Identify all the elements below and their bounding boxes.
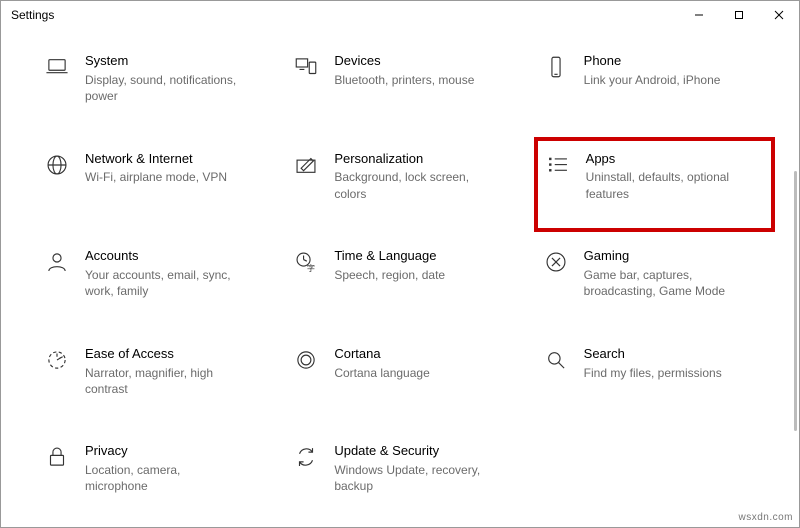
tile-devices[interactable]: Devices Bluetooth, printers, mouse bbox=[290, 49, 519, 117]
privacy-icon bbox=[43, 443, 71, 471]
minimize-button[interactable] bbox=[679, 1, 719, 29]
tile-phone[interactable]: Phone Link your Android, iPhone bbox=[540, 49, 769, 117]
tile-text: PersonalizationBackground, lock screen, … bbox=[334, 151, 489, 202]
pen-icon bbox=[292, 151, 320, 179]
phone-icon bbox=[542, 53, 570, 81]
tile-text: Cortana Cortana language bbox=[334, 346, 429, 381]
tile-desc: Display, sound, notifications, power bbox=[85, 72, 240, 104]
tile-apps[interactable]: AppsUninstall, defaults, optional featur… bbox=[534, 137, 775, 233]
tile-title: Gaming bbox=[584, 248, 739, 265]
tile-title: Update & Security bbox=[334, 443, 489, 460]
tile-time-language[interactable]: Time & Language Speech, region, date bbox=[290, 244, 519, 312]
tile-accounts[interactable]: Accounts Your accounts, email, sync, work… bbox=[41, 244, 270, 312]
tile-desc: Narrator, magnifier, high contrast bbox=[85, 365, 240, 397]
tile-text: Accounts Your accounts, email, sync, work… bbox=[85, 248, 240, 299]
tile-desc: Location, camera, microphone bbox=[85, 462, 240, 494]
tile-text: Gaming Game bar, captures, broadcasting, … bbox=[584, 248, 739, 299]
tile-privacy[interactable]: Privacy Location, camera, microphone bbox=[41, 439, 270, 507]
tile-text: Phone Link your Android, iPhone bbox=[584, 53, 721, 88]
tile-title: Phone bbox=[584, 53, 721, 70]
tile-title: Ease of Access bbox=[85, 346, 240, 363]
tile-search[interactable]: Search Find my files, permissions bbox=[540, 342, 769, 410]
tile-title: Personalization bbox=[334, 151, 489, 168]
gaming-icon bbox=[542, 248, 570, 276]
tile-text: Search Find my files, permissions bbox=[584, 346, 722, 381]
ease-icon bbox=[43, 346, 71, 374]
tile-cortana[interactable]: Cortana Cortana language bbox=[290, 342, 519, 410]
tile-title: Apps bbox=[586, 151, 741, 168]
tile-system[interactable]: System Display, sound, notifications, pow… bbox=[41, 49, 270, 117]
tile-text: Network & InternetWi-Fi, airplane mode, … bbox=[85, 151, 227, 186]
settings-window: Settings System Display, sound, notificat… bbox=[0, 0, 800, 528]
maximize-icon bbox=[734, 10, 744, 20]
globe-icon bbox=[43, 151, 71, 179]
titlebar: Settings bbox=[1, 1, 799, 29]
tile-gaming[interactable]: Gaming Game bar, captures, broadcasting, … bbox=[540, 244, 769, 312]
tile-text: Time & Language Speech, region, date bbox=[334, 248, 445, 283]
update-icon bbox=[292, 443, 320, 471]
watermark: wsxdn.com bbox=[738, 512, 793, 523]
tile-title: Search bbox=[584, 346, 722, 363]
tile-desc: Bluetooth, printers, mouse bbox=[334, 72, 474, 88]
minimize-icon bbox=[694, 10, 704, 20]
window-title: Settings bbox=[11, 8, 54, 22]
tile-update-security[interactable]: Update & Security Windows Update, recover… bbox=[290, 439, 519, 507]
tile-ease-of-access[interactable]: Ease of Access Narrator, magnifier, high … bbox=[41, 342, 270, 410]
tile-title: Time & Language bbox=[334, 248, 445, 265]
window-controls bbox=[679, 1, 799, 29]
settings-grid: System Display, sound, notifications, pow… bbox=[1, 29, 799, 527]
tile-desc: Windows Update, recovery, backup bbox=[334, 462, 489, 494]
tile-text: Update & Security Windows Update, recover… bbox=[334, 443, 489, 494]
tile-text: AppsUninstall, defaults, optional featur… bbox=[586, 151, 741, 202]
apps-icon bbox=[544, 151, 572, 179]
tile-title: Accounts bbox=[85, 248, 240, 265]
tile-text: Devices Bluetooth, printers, mouse bbox=[334, 53, 474, 88]
tile-desc: Game bar, captures, broadcasting, Game M… bbox=[584, 267, 739, 299]
tile-desc: Link your Android, iPhone bbox=[584, 72, 721, 88]
time-lang-icon bbox=[292, 248, 320, 276]
laptop-icon bbox=[43, 53, 71, 81]
close-button[interactable] bbox=[759, 1, 799, 29]
maximize-button[interactable] bbox=[719, 1, 759, 29]
tile-title: Privacy bbox=[85, 443, 240, 460]
tile-desc: Your accounts, email, sync, work, family bbox=[85, 267, 240, 299]
account-icon bbox=[43, 248, 71, 276]
close-icon bbox=[774, 10, 784, 20]
devices-icon bbox=[292, 53, 320, 81]
tile-desc: Speech, region, date bbox=[334, 267, 445, 283]
tile-text: Ease of Access Narrator, magnifier, high … bbox=[85, 346, 240, 397]
tile-title: Devices bbox=[334, 53, 474, 70]
tile-title: Network & Internet bbox=[85, 151, 227, 168]
cortana-icon bbox=[292, 346, 320, 374]
tile-desc: Cortana language bbox=[334, 365, 429, 381]
tile-personalization[interactable]: PersonalizationBackground, lock screen, … bbox=[290, 147, 519, 215]
tile-desc: Uninstall, defaults, optional features bbox=[586, 169, 741, 201]
tile-desc: Background, lock screen, colors bbox=[334, 169, 489, 201]
scrollbar[interactable] bbox=[794, 171, 797, 431]
tile-text: System Display, sound, notifications, pow… bbox=[85, 53, 240, 104]
tile-text: Privacy Location, camera, microphone bbox=[85, 443, 240, 494]
search-icon bbox=[542, 346, 570, 374]
tile-desc: Wi-Fi, airplane mode, VPN bbox=[85, 169, 227, 185]
tile-title: Cortana bbox=[334, 346, 429, 363]
tile-network-internet[interactable]: Network & InternetWi-Fi, airplane mode, … bbox=[41, 147, 270, 215]
tile-desc: Find my files, permissions bbox=[584, 365, 722, 381]
tile-title: System bbox=[85, 53, 240, 70]
